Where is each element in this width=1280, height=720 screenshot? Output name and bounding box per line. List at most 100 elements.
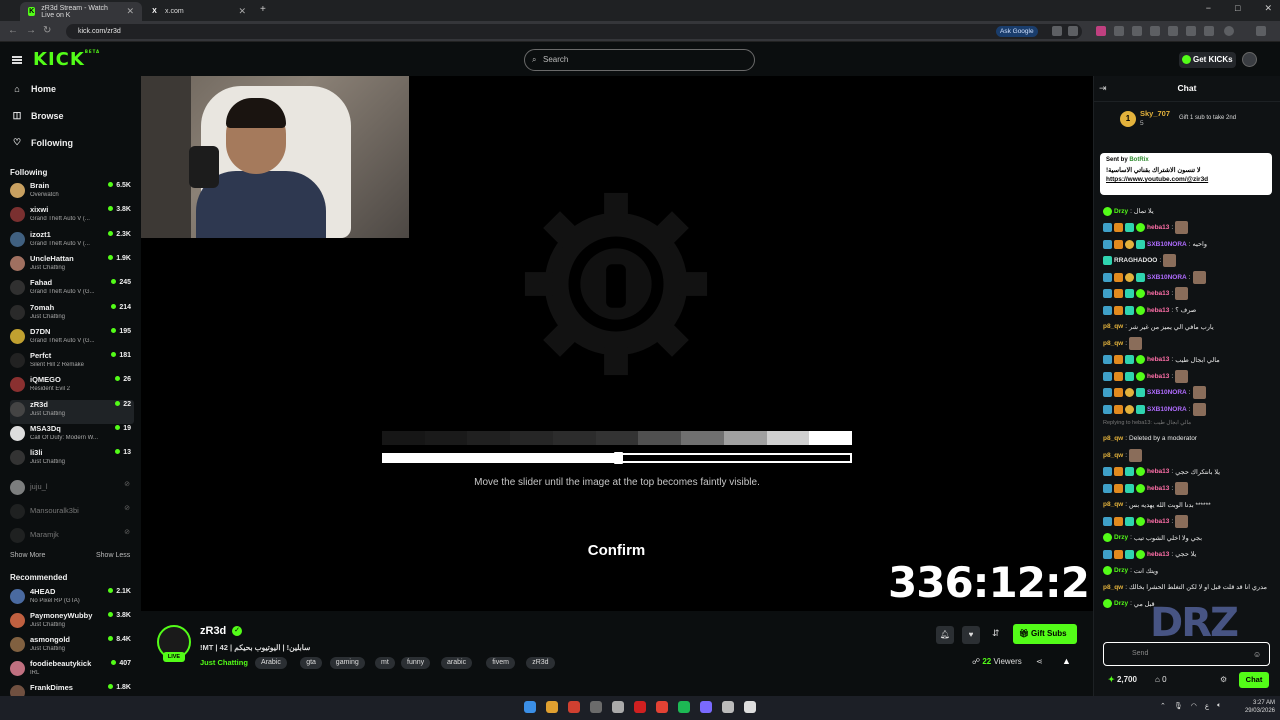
sidebar-channel[interactable]: izozt1 Grand Theft Auto V (... 2.3K — [10, 230, 134, 254]
new-tab-icon[interactable]: + — [260, 4, 266, 15]
chat-username[interactable]: p8_qw — [1103, 340, 1123, 347]
chat-username[interactable]: RRAGHADOO — [1114, 257, 1157, 264]
tray-chevron-icon[interactable]: ⌃ — [1160, 702, 1166, 710]
chat-username[interactable]: heba13 — [1147, 373, 1169, 380]
extension-icon[interactable] — [1096, 26, 1106, 36]
user-avatar[interactable] — [1242, 52, 1257, 67]
taskbar-app-icon[interactable] — [634, 701, 646, 713]
chat-username[interactable]: heba13 — [1147, 518, 1169, 525]
tab-x[interactable]: X x.com ✕ — [142, 2, 254, 21]
taskbar-app-icon[interactable] — [546, 701, 558, 713]
chat-message[interactable]: heba13: — [1103, 220, 1273, 236]
show-more-button[interactable]: Show More — [10, 552, 45, 559]
sidebar-channel[interactable]: Perfct Silent Hill 2 Remake 181 — [10, 351, 134, 375]
chat-username[interactable]: SXB10NORA — [1147, 274, 1187, 281]
volume-icon[interactable]: 🔈︎ — [1217, 702, 1221, 710]
chat-username[interactable]: heba13 — [1147, 307, 1169, 314]
chat-message[interactable]: RRAGHADOO: — [1103, 253, 1273, 269]
sidebar-item-following[interactable]: ♡ Following — [12, 137, 73, 148]
chat-username[interactable]: SXB10NORA — [1147, 389, 1187, 396]
recommended-channel[interactable]: foodiebeautykick IRL 407 — [10, 659, 134, 683]
chat-username[interactable]: Drzy — [1114, 534, 1128, 541]
sidebar-channel[interactable]: Brain Overwatch 6.5K — [10, 181, 134, 205]
zoom-icon[interactable] — [1052, 26, 1062, 36]
sidebar-channel[interactable]: zR3d Just Chatting 22 — [10, 399, 134, 424]
language-icon[interactable]: ع — [1205, 702, 1209, 710]
mic-icon[interactable]: 🎙︎ — [1174, 702, 1183, 710]
search-input[interactable]: ⌕ Search — [524, 49, 755, 71]
sidebar-channel[interactable]: Fahad Grand Theft Auto V (G... 245 — [10, 278, 134, 302]
url-input[interactable]: kick.com/zr3d — [66, 24, 1082, 39]
extensions-puzzle-icon[interactable] — [1204, 26, 1214, 36]
chat-username[interactable]: p8_qw — [1103, 584, 1123, 591]
extension-icon[interactable] — [1114, 26, 1124, 36]
stream-tag[interactable]: Arabic — [255, 657, 287, 669]
maximize-icon[interactable]: □ — [1235, 3, 1240, 14]
channel-points[interactable]: ✦ 2,700 — [1108, 675, 1137, 684]
extension-icon[interactable] — [1168, 26, 1178, 36]
sidebar-channel[interactable]: MSA3Dq Call Of Duty: Modern W... 19 — [10, 424, 134, 448]
chat-message[interactable]: p8_qw: Deleted by a moderator — [1103, 431, 1273, 447]
send-chat-button[interactable]: Chat — [1239, 672, 1269, 688]
taskbar-app-icon[interactable] — [568, 701, 580, 713]
chat-message[interactable]: Drzy: ويتك انت — [1103, 563, 1273, 579]
chat-username[interactable]: p8_qw — [1103, 435, 1123, 442]
taskbar-app-icon[interactable] — [700, 701, 712, 713]
stream-tag[interactable]: gta — [300, 657, 322, 669]
stream-tag[interactable]: mt — [375, 657, 395, 669]
taskbar-app-icon[interactable] — [590, 701, 602, 713]
sidebar-channel[interactable]: 7omah Just Chatting 214 — [10, 303, 134, 327]
chat-message[interactable]: SXB10NORA: — [1103, 269, 1273, 285]
chat-message[interactable]: heba13: — [1103, 368, 1273, 384]
chat-message[interactable]: heba13: مالي ابجال طيب — [1103, 352, 1273, 368]
hamburger-menu-icon[interactable] — [12, 56, 22, 64]
sidebar-channel[interactable]: iQMEGO Resident Evil 2 26 — [10, 375, 134, 399]
chat-message[interactable]: SXB10NORA: — [1103, 401, 1273, 417]
top-gifter-name[interactable]: Sky_707 — [1140, 109, 1170, 118]
stream-tag[interactable]: fivem — [486, 657, 515, 669]
crowns[interactable]: ⌂ 0 — [1155, 675, 1167, 684]
chat-input[interactable]: Send — [1103, 642, 1270, 666]
close-icon[interactable]: ✕ — [238, 6, 246, 17]
stream-tag[interactable]: zR3d — [526, 657, 555, 669]
extension-icon[interactable] — [1150, 26, 1160, 36]
profile-icon[interactable] — [1224, 26, 1234, 36]
close-icon[interactable]: ✕ — [126, 6, 134, 17]
taskbar-app-icon[interactable] — [744, 701, 756, 713]
sidebar-channel-offline[interactable]: Maramjk ⊘ — [10, 526, 134, 550]
chat-username[interactable]: p8_qw — [1103, 323, 1123, 330]
sidebar-channel[interactable]: D7DN Grand Theft Auto V (G... 195 — [10, 327, 134, 351]
stream-tag[interactable]: arabic — [441, 657, 473, 669]
stream-category[interactable]: Just Chatting — [200, 658, 248, 667]
chat-username[interactable]: SXB10NORA — [1147, 406, 1187, 413]
extension-icon[interactable] — [1132, 26, 1142, 36]
extension-icon[interactable] — [1186, 26, 1196, 36]
chat-username[interactable]: heba13 — [1147, 290, 1169, 297]
forward-icon[interactable]: → — [26, 25, 36, 36]
tab-active[interactable]: K zR3d Stream - Watch Live on K ✕ — [20, 2, 142, 21]
sidebar-channel[interactable]: li3li Just Chatting 13 — [10, 448, 134, 472]
sidebar-channel[interactable]: xixwi Grand Theft Auto V (... 3.8K — [10, 205, 134, 229]
wifi-icon[interactable]: ◠ — [1191, 702, 1197, 710]
streamer-name[interactable]: zR3d — [200, 625, 226, 637]
taskbar-app-icon[interactable] — [678, 701, 690, 713]
chat-message[interactable]: heba13: يلا حجي — [1103, 546, 1273, 562]
chat-message[interactable]: Drzy: بجي ولا اخلي الشوب تيب — [1103, 530, 1273, 546]
chat-username[interactable]: Drzy — [1114, 567, 1128, 574]
chat-username[interactable]: Drzy — [1114, 208, 1128, 215]
back-icon[interactable]: ← — [8, 25, 18, 36]
chat-message[interactable]: p8_qw: — [1103, 447, 1273, 463]
reload-icon[interactable]: ↻ — [43, 25, 51, 36]
close-window-icon[interactable]: ✕ — [1264, 3, 1272, 14]
share-icon[interactable]: ⋖ — [1036, 657, 1043, 666]
gift-subs-button[interactable]: 🎁︎ Gift Subs — [1013, 624, 1077, 644]
minimize-icon[interactable]: − — [1206, 3, 1211, 14]
sidebar-item-browse[interactable]: ◫ Browse — [12, 110, 64, 121]
sidebar-channel[interactable]: UncleHattan Just Chatting 1.9K — [10, 254, 134, 278]
sidebar-channel-offline[interactable]: juju_l ⊘ — [10, 478, 134, 502]
chat-message[interactable]: heba13: — [1103, 513, 1273, 529]
slider-handle[interactable] — [614, 452, 623, 464]
show-less-button[interactable]: Show Less — [96, 552, 130, 559]
chat-message[interactable]: SXB10NORA: واحيه — [1103, 236, 1273, 252]
chat-message[interactable]: p8_qw: مدري انا قد قلت قبل او لا لكن التغ… — [1103, 579, 1273, 595]
